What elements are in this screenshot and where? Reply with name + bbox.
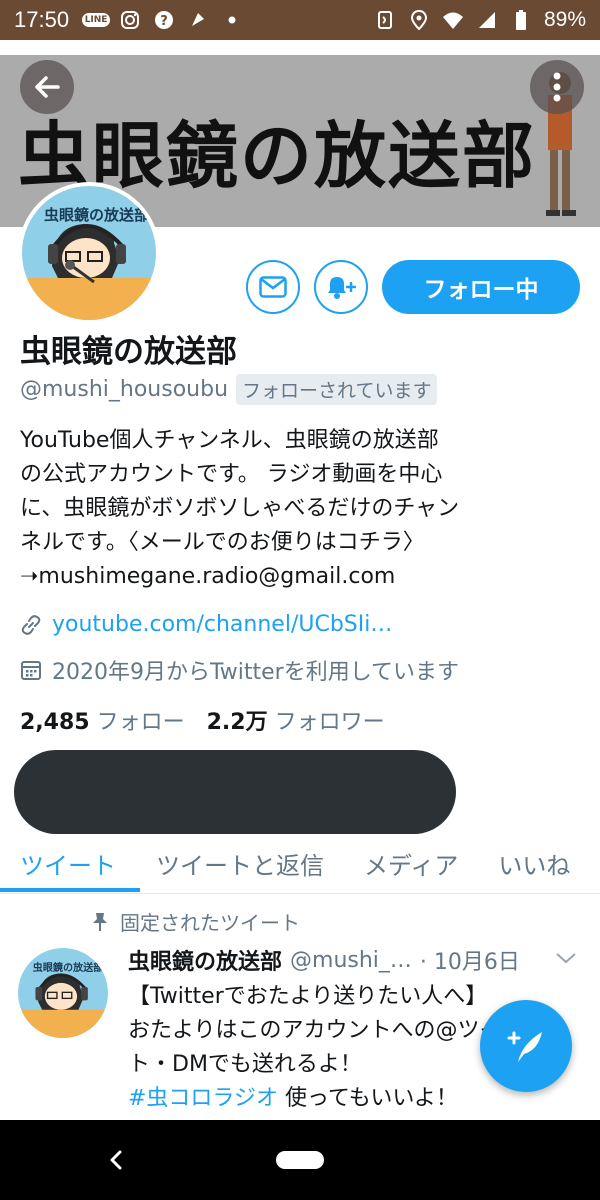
message-button[interactable] — [246, 260, 300, 314]
tab-tweets[interactable]: ツイート — [20, 846, 116, 881]
joined-row: 2020年9月からTwitterを利用しています — [20, 654, 459, 686]
link-icon — [21, 614, 41, 635]
nfc-icon — [374, 10, 396, 30]
tab-media[interactable]: メディア — [364, 846, 458, 881]
avatar-illustration: 虫眼鏡の放送部 — [18, 948, 108, 1038]
status-time: 17:50 — [14, 7, 70, 32]
profile-link-row: youtube.com/channel/UCbSIi… — [20, 612, 392, 637]
status-bar: 17:50 LINE ? 89% — [0, 0, 600, 40]
bell-plus-icon — [328, 277, 356, 299]
tweet-date: · 10月6日 — [419, 950, 520, 975]
pinned-label: 固定されたツイート — [120, 911, 300, 935]
compose-feather-icon — [507, 1031, 542, 1062]
location-icon — [408, 10, 430, 30]
following-button[interactable]: フォロー中 — [382, 260, 580, 314]
bio-line: YouTube個人チャンネル、虫眼鏡の放送部 — [20, 428, 439, 453]
pin-icon — [93, 912, 107, 931]
follows-you-badge: フォローされています — [236, 374, 438, 405]
nav-back-icon[interactable] — [102, 1146, 130, 1174]
handle-row: @mushi_housoubu フォローされています — [20, 374, 438, 405]
nav-home-pill[interactable] — [276, 1151, 324, 1169]
profile-link[interactable]: youtube.com/channel/UCbSIi… — [52, 612, 392, 637]
envelope-icon — [259, 276, 287, 298]
compose-tweet-button[interactable] — [480, 1000, 572, 1092]
instagram-icon — [119, 10, 141, 30]
bio-line: に、虫眼鏡がボソボソしゃべるだけのチャン — [20, 496, 460, 521]
signal-icon — [476, 10, 498, 30]
avatar-illustration: 虫眼鏡の放送部 — [22, 186, 156, 320]
hashtag-link[interactable]: #虫コロラジオ — [128, 1086, 278, 1111]
more-notifications-dot — [221, 10, 243, 30]
profile-handle: @mushi_housoubu — [20, 377, 229, 402]
tweet-avatar[interactable]: 虫眼鏡の放送部 — [18, 948, 108, 1038]
tab-tweets-and-replies[interactable]: ツイートと返信 — [156, 846, 324, 881]
tweet-author-name[interactable]: 虫眼鏡の放送部 — [128, 944, 282, 976]
profile-avatar[interactable]: 虫眼鏡の放送部 — [18, 182, 160, 324]
profile-tabs: ツイート ツイートと返信 メディア いいね — [0, 834, 600, 894]
pinned-indicator: 固定されたツイート — [92, 907, 300, 936]
bio-line: ネルです。〈メールでのお便りはコチラ〉 — [20, 530, 425, 555]
app-notification-icon — [187, 10, 209, 30]
bio-line: ➝mushimegane.radio@gmail.com — [20, 564, 396, 589]
svg-text:虫眼鏡の放送部: 虫眼鏡の放送部 — [44, 206, 149, 224]
follow-counts: 2,485 フォロー 2.2万 フォロワー — [20, 704, 385, 736]
battery-percent: 89% — [543, 8, 586, 31]
chevron-down-icon[interactable] — [554, 950, 578, 966]
calendar-icon — [21, 661, 41, 680]
notifications-bell-button[interactable] — [314, 260, 368, 314]
tweet-line: #虫コロラジオ 使ってもいいよ！ — [128, 1086, 458, 1111]
svg-text:虫眼鏡の放送部: 虫眼鏡の放送部 — [33, 961, 103, 974]
redacted-area — [14, 750, 456, 834]
tweet-header: 虫眼鏡の放送部 @mushi_… · 10月6日 — [128, 944, 520, 976]
profile-name: 虫眼鏡の放送部 — [20, 334, 237, 370]
following-count-link[interactable]: 2,485 フォロー — [20, 704, 185, 736]
battery-icon — [510, 10, 532, 30]
tab-likes[interactable]: いいね — [498, 846, 570, 881]
wifi-icon — [442, 10, 464, 30]
profile-bio: YouTube個人チャンネル、虫眼鏡の放送部 の公式アカウントです。 ラジオ動画… — [20, 424, 585, 594]
svg-text:?: ? — [160, 14, 168, 29]
notification-icon: ? — [153, 10, 175, 30]
more-options-button[interactable] — [530, 60, 584, 114]
tweet-author-handle: @mushi_… — [290, 947, 412, 973]
avatar: 虫眼鏡の放送部 — [22, 186, 156, 320]
vertical-dots-icon — [553, 72, 561, 102]
followers-count-link[interactable]: 2.2万 フォロワー — [207, 704, 385, 736]
active-tab-indicator — [0, 888, 140, 892]
line-app-icon: LINE — [81, 10, 111, 30]
joined-date: 2020年9月からTwitterを利用しています — [52, 660, 460, 685]
back-button[interactable] — [20, 60, 74, 114]
arrow-left-icon — [35, 76, 60, 98]
bio-line: の公式アカウントです。 ラジオ動画を中心 — [20, 462, 443, 487]
